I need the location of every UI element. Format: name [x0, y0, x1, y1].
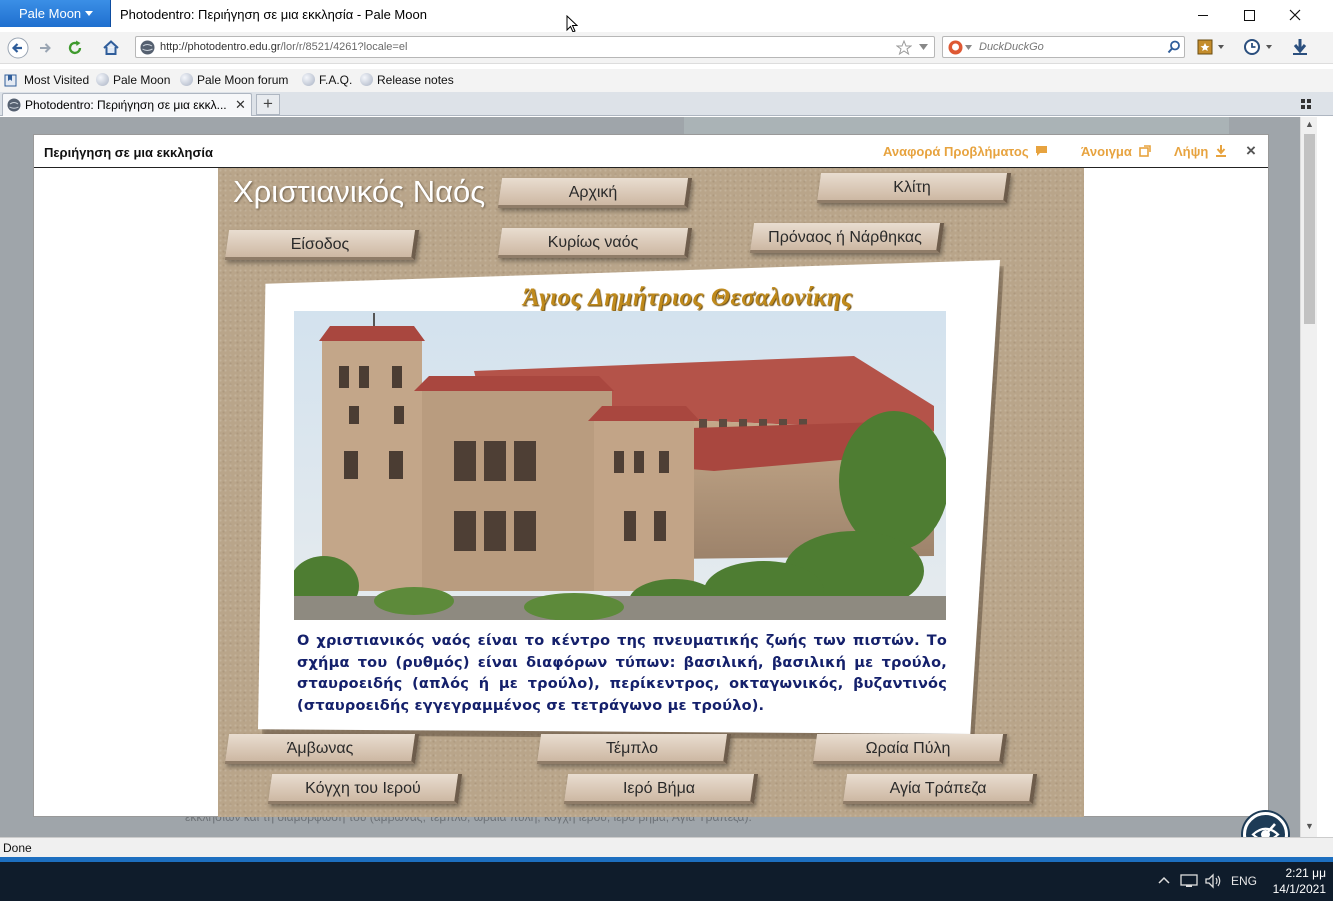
globe-icon: [360, 73, 373, 86]
language-indicator[interactable]: ENG: [1231, 874, 1257, 888]
clock-date: 14/1/2021: [1272, 882, 1326, 896]
network-icon[interactable]: [1180, 873, 1198, 889]
globe-icon: [302, 73, 315, 86]
title-bar: Pale Moon Photodentro: Περιήγηση σε μια …: [0, 0, 1333, 33]
report-problem-link[interactable]: Αναφορά Προβλήματος: [883, 144, 1048, 159]
download-icon: [1215, 145, 1226, 157]
scroll-down-icon[interactable]: ▼: [1305, 821, 1314, 831]
church-photo-illustration: [294, 311, 946, 620]
taskbar-clock[interactable]: 2:21 μμ 14/1/2021: [1260, 865, 1326, 897]
minimize-window-icon[interactable]: [1193, 5, 1213, 25]
address-bar[interactable]: http://photodentro.edu.gr/lor/r/8521/426…: [135, 36, 935, 58]
resource-modal: Περιήγηση σε μια εκκλησία Αναφορά Προβλή…: [33, 134, 1288, 857]
tab-strip: Photodentro: Περιήγηση σε μια εκκλ... ✕ …: [0, 92, 1333, 116]
taskbar: ENG 2:21 μμ 14/1/2021: [0, 862, 1333, 901]
bookmark-faq[interactable]: F.A.Q.: [302, 73, 352, 87]
bookmark-pale-moon[interactable]: Pale Moon: [96, 73, 170, 87]
bookmarks-toolbar: Most Visited Pale Moon Pale Moon forum F…: [0, 69, 1333, 92]
modal-body: Χριστιανικός Ναός Αρχική Κλίτη Είσοδος Κ…: [34, 167, 1288, 857]
duckduckgo-icon[interactable]: [948, 40, 963, 55]
chevron-down-icon: [85, 11, 93, 16]
app-menu-button[interactable]: Pale Moon: [0, 0, 111, 27]
open-link[interactable]: Άνοιγμα: [1081, 144, 1151, 159]
downloads-icon[interactable]: [1289, 37, 1311, 57]
search-placeholder: DuckDuckGo: [979, 41, 1044, 53]
site-identity-icon[interactable]: [140, 40, 155, 55]
status-bar: Done: [0, 837, 1333, 857]
history-icon[interactable]: [1238, 37, 1280, 57]
list-all-tabs-icon[interactable]: [1300, 98, 1312, 110]
apse-button[interactable]: Κόγχη του Ιερού: [267, 774, 463, 804]
scrollbar-thumb[interactable]: [1304, 134, 1315, 324]
chevron-up-icon[interactable]: [1158, 876, 1170, 884]
modal-close-button[interactable]: ×: [1246, 141, 1256, 161]
flash-stage: Χριστιανικός Ναός Αρχική Κλίτη Είσοδος Κ…: [218, 168, 1084, 817]
maximize-window-icon[interactable]: [1239, 5, 1259, 25]
tab-close-icon[interactable]: ✕: [235, 97, 246, 113]
speech-bubble-icon: [1036, 146, 1048, 156]
home-button[interactable]: Αρχική: [497, 178, 693, 208]
bookmark-pale-moon-forum[interactable]: Pale Moon forum: [180, 73, 288, 87]
scroll-up-icon[interactable]: ▲: [1305, 119, 1314, 129]
vertical-scrollbar[interactable]: ▲ ▼: [1300, 117, 1317, 837]
status-text: Done: [3, 841, 32, 855]
ambo-button[interactable]: Άμβωνας: [224, 734, 420, 764]
narthex-button[interactable]: Πρόναος ή Νάρθηκας: [749, 223, 945, 253]
volume-icon[interactable]: [1204, 873, 1222, 889]
bookmark-folder-icon: [4, 74, 17, 87]
church-photo: [294, 311, 946, 620]
entrance-button[interactable]: Είσοδος: [224, 230, 420, 260]
bookmark-most-visited[interactable]: Most Visited: [4, 73, 89, 87]
aisles-button[interactable]: Κλίτη: [816, 173, 1012, 203]
site-favicon-icon: [7, 98, 21, 112]
bookmark-star-icon[interactable]: [896, 40, 912, 55]
altar-button[interactable]: Αγία Τράπεζα: [842, 774, 1038, 804]
globe-icon: [180, 73, 193, 86]
search-bar[interactable]: DuckDuckGo: [942, 36, 1185, 58]
forward-arrow-icon[interactable]: [34, 37, 56, 59]
external-link-icon: [1138, 145, 1151, 157]
search-icon[interactable]: [1167, 40, 1181, 54]
clock-time: 2:21 μμ: [1285, 866, 1326, 880]
home-icon[interactable]: [100, 37, 122, 59]
new-tab-button[interactable]: +: [256, 94, 280, 115]
main-nave-button[interactable]: Κυρίως ναός: [497, 228, 693, 258]
search-engine-dropdown-icon[interactable]: [965, 45, 972, 50]
globe-icon: [96, 73, 109, 86]
bookmarks-menu-icon[interactable]: [1192, 37, 1228, 57]
church-title: Άγιος Δημήτριος Θεσαλονίκης: [523, 284, 853, 311]
tab-label: Photodentro: Περιήγηση σε μια εκκλ...: [25, 98, 227, 112]
tab-photodentro[interactable]: Photodentro: Περιήγηση σε μια εκκλ... ✕: [2, 93, 252, 116]
modal-title: Περιήγηση σε μια εκκλησία: [44, 145, 213, 160]
url-dropdown-icon[interactable]: [919, 44, 928, 50]
reload-icon[interactable]: [64, 37, 86, 59]
templon-button[interactable]: Τέμπλο: [536, 734, 732, 764]
bookmark-release-notes[interactable]: Release notes: [360, 73, 454, 87]
close-window-icon[interactable]: [1285, 5, 1305, 25]
url-text: http://photodentro.edu.gr/lor/r/8521/426…: [160, 41, 408, 53]
back-arrow-icon[interactable]: [7, 37, 29, 59]
sanctuary-button[interactable]: Ιερό Βήμα: [563, 774, 759, 804]
description-text: Ο χριστιανικός ναός είναι το κέντρο της …: [297, 633, 947, 714]
app-menu-label: Pale Moon: [19, 6, 82, 21]
window-title: Photodentro: Περιήγηση σε μια εκκλησία -…: [120, 7, 427, 22]
beautiful-gate-button[interactable]: Ωραία Πύλη: [812, 734, 1008, 764]
download-link[interactable]: Λήψη: [1174, 144, 1227, 159]
main-title: Χριστιανικός Ναός: [233, 174, 486, 209]
